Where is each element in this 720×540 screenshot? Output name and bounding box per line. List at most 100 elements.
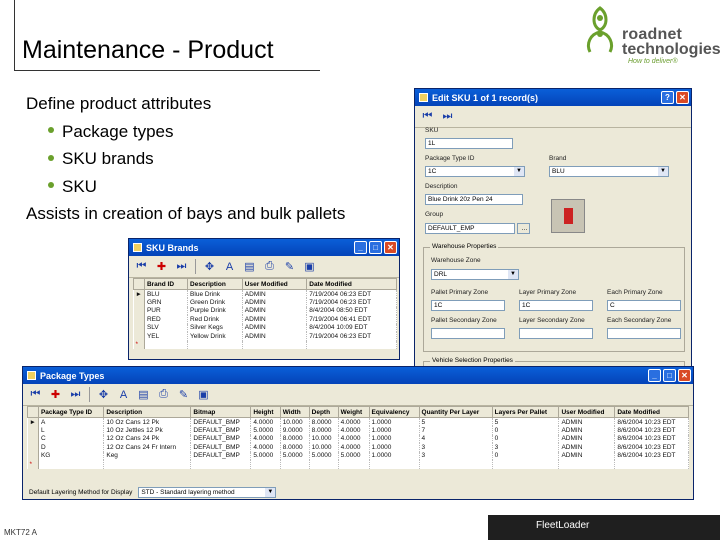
add-record-icon[interactable]: ✚ bbox=[153, 259, 170, 275]
table-row[interactable]: ► BLU Blue Drink ADMIN 7/19/2004 06:23 EDT bbox=[133, 289, 397, 298]
first-record-icon[interactable]: ⏮ bbox=[419, 109, 436, 125]
table-cell[interactable]: Red Drink bbox=[187, 315, 243, 324]
table-cell[interactable]: ADMIN bbox=[242, 315, 308, 324]
add-record-icon[interactable]: ✚ bbox=[47, 387, 64, 403]
sort-icon[interactable]: A bbox=[221, 259, 238, 275]
package-type-select[interactable]: 1C ▼ bbox=[425, 166, 525, 177]
table-cell[interactable]: 4.0000 bbox=[250, 443, 281, 452]
table-cell[interactable]: 9.0000 bbox=[280, 426, 310, 435]
table-cell[interactable]: 1.0000 bbox=[369, 417, 420, 426]
table-cell[interactable]: 0 bbox=[492, 426, 560, 435]
each-primary-field[interactable]: C bbox=[607, 300, 681, 311]
table-cell[interactable]: 8.0000 bbox=[309, 426, 339, 435]
table-cell[interactable]: 7/19/2004 06:23 EDT bbox=[306, 298, 397, 307]
brand-select[interactable]: BLU ▼ bbox=[549, 166, 669, 177]
column-header[interactable]: User Modified bbox=[241, 278, 308, 290]
last-record-icon[interactable]: ⏭ bbox=[67, 387, 84, 403]
table-cell[interactable]: 1.0000 bbox=[369, 434, 420, 443]
table-cell[interactable]: DEFAULT_BMP bbox=[190, 451, 252, 460]
group-browse-button[interactable]: … bbox=[517, 223, 530, 234]
maximize-button[interactable]: □ bbox=[663, 369, 676, 382]
table-cell[interactable]: Keg bbox=[103, 451, 192, 460]
new-row[interactable]: * bbox=[27, 460, 689, 469]
table-cell[interactable]: 5.0000 bbox=[309, 451, 339, 460]
table-cell[interactable]: 8/4/2004 08:50 EDT bbox=[306, 306, 397, 315]
table-cell[interactable]: 8.0000 bbox=[309, 417, 339, 426]
table-cell[interactable]: Silver Kegs bbox=[187, 323, 243, 332]
close-button[interactable]: ✕ bbox=[384, 241, 397, 254]
column-header[interactable]: Equivalency bbox=[368, 406, 420, 418]
pallet-primary-field[interactable]: 1C bbox=[431, 300, 505, 311]
table-cell[interactable]: 4.0000 bbox=[250, 434, 281, 443]
table-cell[interactable]: DEFAULT_BMP bbox=[190, 443, 252, 452]
table-cell[interactable]: ADMIN bbox=[242, 289, 308, 298]
table-cell[interactable]: 1.0000 bbox=[369, 451, 420, 460]
help-button[interactable]: ? bbox=[661, 91, 674, 104]
table-cell[interactable]: 5 bbox=[492, 417, 560, 426]
new-row[interactable]: * bbox=[133, 340, 397, 349]
table-row[interactable]: YEL Yellow Drink ADMIN 7/19/2004 06:23 EDT bbox=[133, 332, 397, 341]
table-cell[interactable]: PUR bbox=[144, 306, 189, 315]
row-selector[interactable] bbox=[133, 298, 145, 307]
table-cell[interactable]: 5.0000 bbox=[250, 426, 281, 435]
table-row[interactable]: ► A 10 Oz Cans 12 Pk DEFAULT_BMP 4.0000 10.00… bbox=[27, 417, 689, 426]
table-cell[interactable]: 8/6/2004 10:23 EDT bbox=[614, 451, 689, 460]
table-cell[interactable]: KG bbox=[38, 451, 105, 460]
table-cell[interactable]: 3 bbox=[419, 443, 493, 452]
table-cell[interactable]: 8.0000 bbox=[280, 434, 310, 443]
table-cell[interactable]: 10.000 bbox=[309, 434, 339, 443]
column-header[interactable]: Description bbox=[103, 406, 192, 418]
table-row[interactable]: GRN Green Drink ADMIN 7/19/2004 06:23 EDT bbox=[133, 298, 397, 307]
save-icon[interactable]: ▣ bbox=[195, 387, 212, 403]
table-cell[interactable]: 10 Oz Cans 12 Pk bbox=[103, 417, 192, 426]
table-cell[interactable]: ADMIN bbox=[242, 323, 308, 332]
table-cell[interactable]: 4 bbox=[419, 434, 493, 443]
table-cell[interactable]: 1.0000 bbox=[369, 426, 420, 435]
column-header[interactable]: Height bbox=[250, 406, 281, 418]
row-selector[interactable] bbox=[133, 306, 145, 315]
edit-icon[interactable]: ✎ bbox=[281, 259, 298, 275]
package-types-titlebar[interactable]: Package Types _ □ ✕ bbox=[23, 367, 693, 384]
row-selector[interactable] bbox=[133, 323, 145, 332]
table-cell[interactable]: 3 bbox=[419, 451, 493, 460]
table-cell[interactable]: 12 Oz Cans 24 Pk bbox=[103, 434, 192, 443]
column-header[interactable]: User Modified bbox=[558, 406, 616, 418]
table-cell[interactable]: 3 bbox=[492, 443, 560, 452]
table-row[interactable]: KG Keg DEFAULT_BMP 5.0000 5.0000 5.0000 5.0000… bbox=[27, 451, 689, 460]
table-cell[interactable]: DEFAULT_BMP bbox=[190, 417, 252, 426]
table-row[interactable]: RED Red Drink ADMIN 7/19/2004 06:41 EDT bbox=[133, 315, 397, 324]
column-header[interactable]: Bitmap bbox=[190, 406, 252, 418]
chevron-down-icon[interactable]: ▼ bbox=[508, 270, 518, 279]
last-record-icon[interactable]: ⏭ bbox=[439, 109, 456, 125]
table-cell[interactable]: 4.0000 bbox=[250, 417, 281, 426]
table-cell[interactable]: 7/19/2004 06:23 EDT bbox=[306, 289, 397, 298]
table-cell[interactable]: ADMIN bbox=[558, 417, 616, 426]
table-cell[interactable]: ADMIN bbox=[242, 306, 308, 315]
table-cell[interactable]: 5.0000 bbox=[338, 451, 370, 460]
table-cell[interactable]: 0 bbox=[492, 434, 560, 443]
maximize-button[interactable]: □ bbox=[369, 241, 382, 254]
save-icon[interactable]: ▣ bbox=[301, 259, 318, 275]
each-secondary-field[interactable] bbox=[607, 328, 681, 339]
table-row[interactable]: SLV Silver Kegs ADMIN 8/4/2004 10:09 EDT bbox=[133, 323, 397, 332]
last-record-icon[interactable]: ⏭ bbox=[173, 259, 190, 275]
table-cell[interactable]: ADMIN bbox=[242, 332, 308, 341]
column-header[interactable]: Layers Per Pallet bbox=[491, 406, 560, 418]
column-header[interactable]: Brand ID bbox=[143, 278, 189, 290]
column-header[interactable]: Quantity Per Layer bbox=[418, 406, 493, 418]
grid-view-icon[interactable]: ▤ bbox=[135, 387, 152, 403]
move-icon[interactable]: ✥ bbox=[201, 259, 218, 275]
table-cell[interactable]: 1.0000 bbox=[369, 443, 420, 452]
table-cell[interactable]: 4.0000 bbox=[338, 434, 370, 443]
table-cell[interactable]: 8.0000 bbox=[280, 443, 310, 452]
description-field[interactable]: Blue Drink 20z Pen 24 bbox=[425, 194, 523, 205]
minimize-button[interactable]: _ bbox=[354, 241, 367, 254]
table-cell[interactable]: DEFAULT_BMP bbox=[190, 426, 252, 435]
print-icon[interactable]: ⎙ bbox=[261, 259, 278, 275]
table-cell[interactable]: D bbox=[38, 443, 105, 452]
table-cell[interactable]: L bbox=[38, 426, 105, 435]
column-header[interactable]: Date Modified bbox=[306, 278, 397, 290]
table-cell[interactable]: 8/6/2004 10:23 EDT bbox=[614, 443, 689, 452]
edit-sku-titlebar[interactable]: Edit SKU 1 of 1 record(s) ? ✕ bbox=[415, 89, 691, 106]
sku-field[interactable]: 1L bbox=[425, 138, 513, 149]
